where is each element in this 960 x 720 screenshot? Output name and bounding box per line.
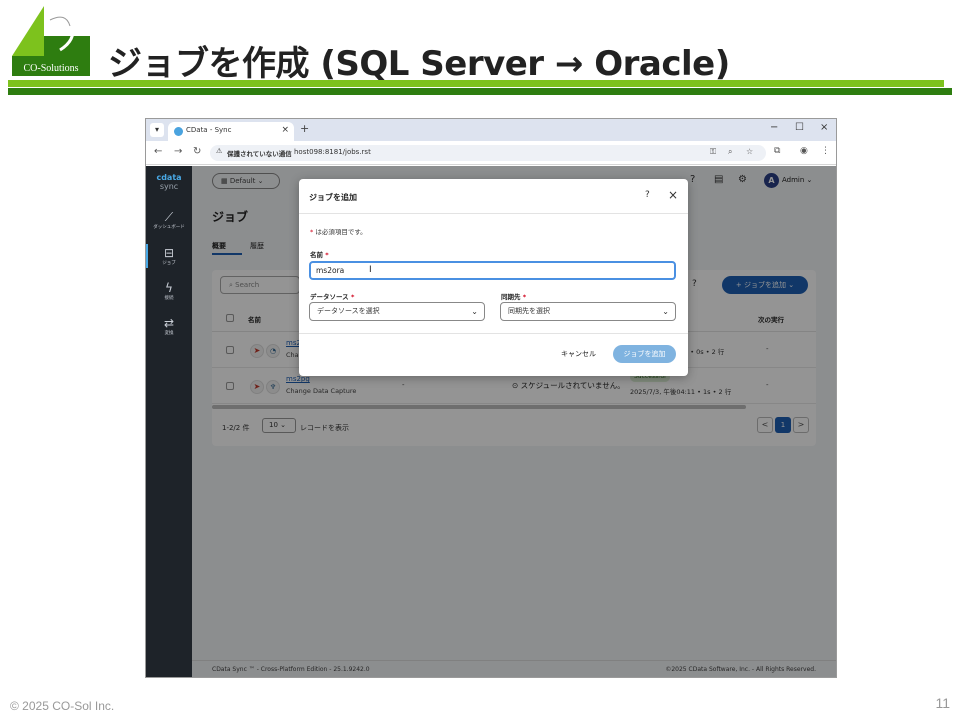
chevron-down-icon: ⌄ bbox=[662, 307, 669, 316]
cdata-sync-logo[interactable]: cdata sync bbox=[152, 173, 186, 191]
security-warning[interactable]: 保護されていない通信 bbox=[227, 148, 292, 158]
chart-icon: ⟋ bbox=[164, 210, 174, 224]
new-tab-button[interactable]: + bbox=[300, 122, 309, 135]
zoom-icon[interactable]: ⌕ bbox=[728, 147, 732, 157]
co-solutions-logo: CO-Solutions bbox=[12, 6, 90, 76]
menu-icon[interactable]: ⋮ bbox=[821, 146, 830, 156]
cdata-favicon-icon bbox=[174, 127, 183, 136]
cancel-button[interactable]: キャンセル bbox=[561, 349, 596, 359]
sidebar-item-label: ダッシュボード bbox=[153, 225, 185, 230]
required-mark: * bbox=[310, 228, 314, 236]
job-name-input[interactable]: ms2ora bbox=[309, 261, 676, 280]
logo-text: CO-Solutions bbox=[23, 63, 78, 74]
sidebar: cdata sync ⟋ ダッシュボード ⊟ ジョブ ϟ 接続 ⇄ 変換 bbox=[146, 166, 192, 677]
destination-label: 同期先 * bbox=[501, 291, 526, 301]
title-underline-light bbox=[8, 80, 944, 87]
back-icon[interactable]: ← bbox=[154, 146, 162, 157]
datasource-label: データソース * bbox=[310, 291, 354, 301]
slide-title: ジョブを作成 (SQL Server → Oracle) bbox=[108, 44, 730, 84]
datasource-placeholder: データソースを選択 bbox=[317, 307, 380, 315]
sidebar-item-dashboard[interactable]: ⟋ ダッシュボード bbox=[146, 210, 192, 231]
destination-select[interactable]: 同期先を選択 ⌄ bbox=[500, 302, 676, 321]
slide-copyright: © 2025 CO-Sol Inc. bbox=[10, 699, 115, 713]
forward-icon[interactable]: → bbox=[174, 146, 182, 157]
brand-line1: cdata bbox=[156, 173, 182, 182]
sidebar-item-label: ジョブ bbox=[162, 261, 176, 266]
name-label: 名前 * bbox=[310, 249, 329, 259]
window-close-button[interactable]: × bbox=[820, 122, 828, 133]
required-note: * は必須項目です。 bbox=[310, 226, 367, 236]
cdata-sync-app: cdata sync ⟋ ダッシュボード ⊟ ジョブ ϟ 接続 ⇄ 変換 ▦ D… bbox=[146, 166, 836, 677]
briefcase-icon: ⊟ bbox=[163, 246, 175, 260]
destination-label-text: 同期先 bbox=[501, 293, 521, 301]
required-mark: * bbox=[522, 293, 527, 301]
sidebar-item-transforms[interactable]: ⇄ 変換 bbox=[146, 316, 192, 337]
help-icon[interactable]: ? bbox=[645, 190, 650, 200]
tab-search-icon[interactable]: ▾ bbox=[150, 123, 164, 137]
sidebar-item-jobs[interactable]: ⊟ ジョブ bbox=[146, 246, 192, 267]
add-job-dialog: ジョブを追加 ? × * は必須項目です。 名前 * ms2ora I データソ… bbox=[299, 179, 688, 376]
sidebar-item-label: 変換 bbox=[164, 331, 174, 336]
title-underline-dark bbox=[8, 88, 952, 95]
tab-title: CData - Sync bbox=[186, 126, 232, 134]
divider bbox=[299, 213, 688, 214]
sidebar-item-label: 接続 bbox=[164, 296, 174, 301]
profile-icon[interactable]: ◉ bbox=[800, 146, 808, 156]
divider bbox=[299, 333, 688, 334]
url-field[interactable]: ⚠ 保護されていない通信 host098:8181/jobs.rst ⚿ ⌕ ☆ bbox=[210, 145, 766, 161]
browser-tab-bar: ▾ CData - Sync × + − ☐ × bbox=[146, 119, 836, 141]
brand-line2: sync bbox=[159, 182, 179, 191]
extensions-icon[interactable]: ⧉ bbox=[774, 146, 780, 156]
key-icon[interactable]: ⚿ bbox=[710, 147, 716, 157]
address-bar: ← → ↻ ⚠ 保護されていない通信 host098:8181/jobs.rst… bbox=[146, 141, 836, 165]
bolt-icon: ϟ bbox=[165, 281, 173, 295]
chevron-down-icon: ⌄ bbox=[471, 307, 478, 316]
slide: CO-Solutions ジョブを作成 (SQL Server → Oracle… bbox=[0, 0, 960, 720]
close-icon[interactable]: × bbox=[668, 188, 678, 202]
reload-icon[interactable]: ↻ bbox=[193, 146, 201, 157]
datasource-label-text: データソース bbox=[310, 293, 349, 301]
browser-window: ▾ CData - Sync × + − ☐ × ← → ↻ ⚠ 保護されていな… bbox=[145, 118, 837, 678]
warning-icon[interactable]: ⚠ bbox=[216, 147, 222, 155]
maximize-button[interactable]: ☐ bbox=[795, 122, 804, 133]
transform-icon: ⇄ bbox=[163, 316, 175, 330]
destination-placeholder: 同期先を選択 bbox=[508, 307, 550, 315]
text-cursor-icon: I bbox=[369, 265, 372, 275]
required-mark: * bbox=[325, 251, 329, 259]
tab-close-icon[interactable]: × bbox=[281, 125, 289, 135]
star-icon[interactable]: ☆ bbox=[746, 147, 753, 156]
required-mark: * bbox=[350, 293, 355, 301]
minimize-button[interactable]: − bbox=[770, 122, 778, 133]
dialog-title: ジョブを追加 bbox=[309, 193, 357, 202]
required-note-text: は必須項目です。 bbox=[315, 228, 367, 236]
page-number: 11 bbox=[935, 695, 950, 711]
browser-tab[interactable]: CData - Sync × bbox=[168, 122, 294, 141]
name-label-text: 名前 bbox=[310, 251, 323, 259]
sidebar-item-connections[interactable]: ϟ 接続 bbox=[146, 281, 192, 302]
url-text[interactable]: host098:8181/jobs.rst bbox=[294, 148, 371, 156]
datasource-select[interactable]: データソースを選択 ⌄ bbox=[309, 302, 485, 321]
add-job-submit-button[interactable]: ジョブを追加 bbox=[613, 345, 676, 363]
